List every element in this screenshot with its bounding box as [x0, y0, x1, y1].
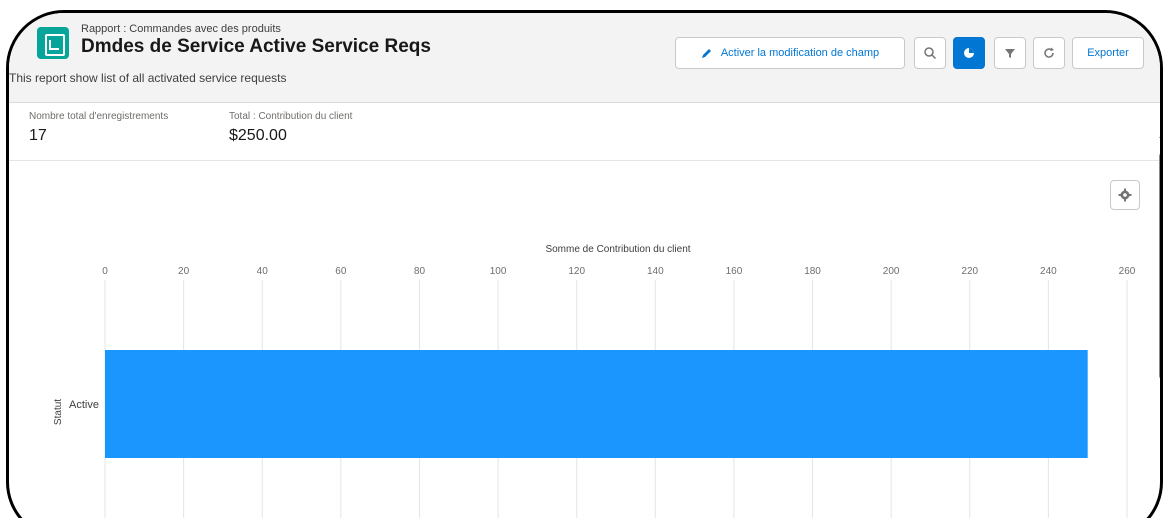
- refresh-button[interactable]: [1033, 37, 1065, 69]
- filter-icon: [1005, 49, 1015, 58]
- report-description: This report show list of all activated s…: [9, 71, 287, 85]
- chart-icon: [964, 48, 974, 58]
- scrollbar[interactable]: [1158, 133, 1160, 379]
- report-header: Rapport : Commandes avec des produits Dm…: [9, 13, 1160, 103]
- page-title: Dmdes de Service Active Service Reqs: [81, 36, 431, 57]
- x-tick-label: 160: [726, 266, 743, 277]
- x-tick-label: 220: [961, 266, 978, 277]
- y-category-label: Active: [69, 399, 99, 411]
- x-tick-label: 100: [490, 266, 507, 277]
- filter-button[interactable]: [994, 37, 1026, 69]
- total-contribution-label: Total : Contribution du client: [229, 111, 353, 122]
- refresh-icon: [1044, 47, 1054, 58]
- report-icon: [37, 27, 69, 59]
- y-axis-title: Statut: [53, 399, 64, 425]
- pencil-icon: [701, 49, 711, 58]
- x-tick-label: 40: [257, 266, 269, 277]
- search-icon: [924, 47, 937, 60]
- bar-chart: Somme de Contribution du client 0 20 40 60 8…: [53, 244, 1136, 518]
- x-tick-label: 200: [883, 266, 900, 277]
- export-button[interactable]: Exporter: [1072, 37, 1144, 69]
- report-window: Rapport : Commandes avec des produits Dm…: [6, 10, 1163, 518]
- record-count-value: 17: [29, 127, 47, 144]
- x-tick-label: 240: [1040, 266, 1057, 277]
- search-button[interactable]: [914, 37, 946, 69]
- chart-toggle-button[interactable]: [953, 37, 985, 69]
- x-tick-label: 180: [804, 266, 821, 277]
- enable-field-edit-button[interactable]: Activer la modification de champ: [675, 37, 905, 69]
- x-tick-label: 60: [335, 266, 347, 277]
- report-summary: Nombre total d'enregistrements 17 Total …: [9, 103, 1160, 161]
- x-tick-label: 260: [1119, 266, 1136, 277]
- x-tick-label: 140: [647, 266, 664, 277]
- enable-field-edit-label: Activer la modification de champ: [720, 47, 880, 59]
- scroll-up-arrow-icon[interactable]: [1159, 133, 1160, 138]
- chart-area: Somme de Contribution du client 0 20 40 60 8…: [9, 162, 1160, 518]
- x-tick-label: 80: [414, 266, 426, 277]
- scroll-thumb[interactable]: [1159, 153, 1160, 379]
- bar-active[interactable]: [105, 350, 1088, 458]
- total-contribution-value: $250.00: [229, 127, 287, 144]
- chart-title: Somme de Contribution du client: [545, 244, 690, 255]
- x-tick-label: 0: [102, 266, 108, 277]
- x-tick-label: 20: [178, 266, 190, 277]
- record-count-label: Nombre total d'enregistrements: [29, 111, 169, 122]
- x-tick-label: 120: [568, 266, 585, 277]
- report-type-label: Rapport : Commandes avec des produits: [81, 23, 281, 35]
